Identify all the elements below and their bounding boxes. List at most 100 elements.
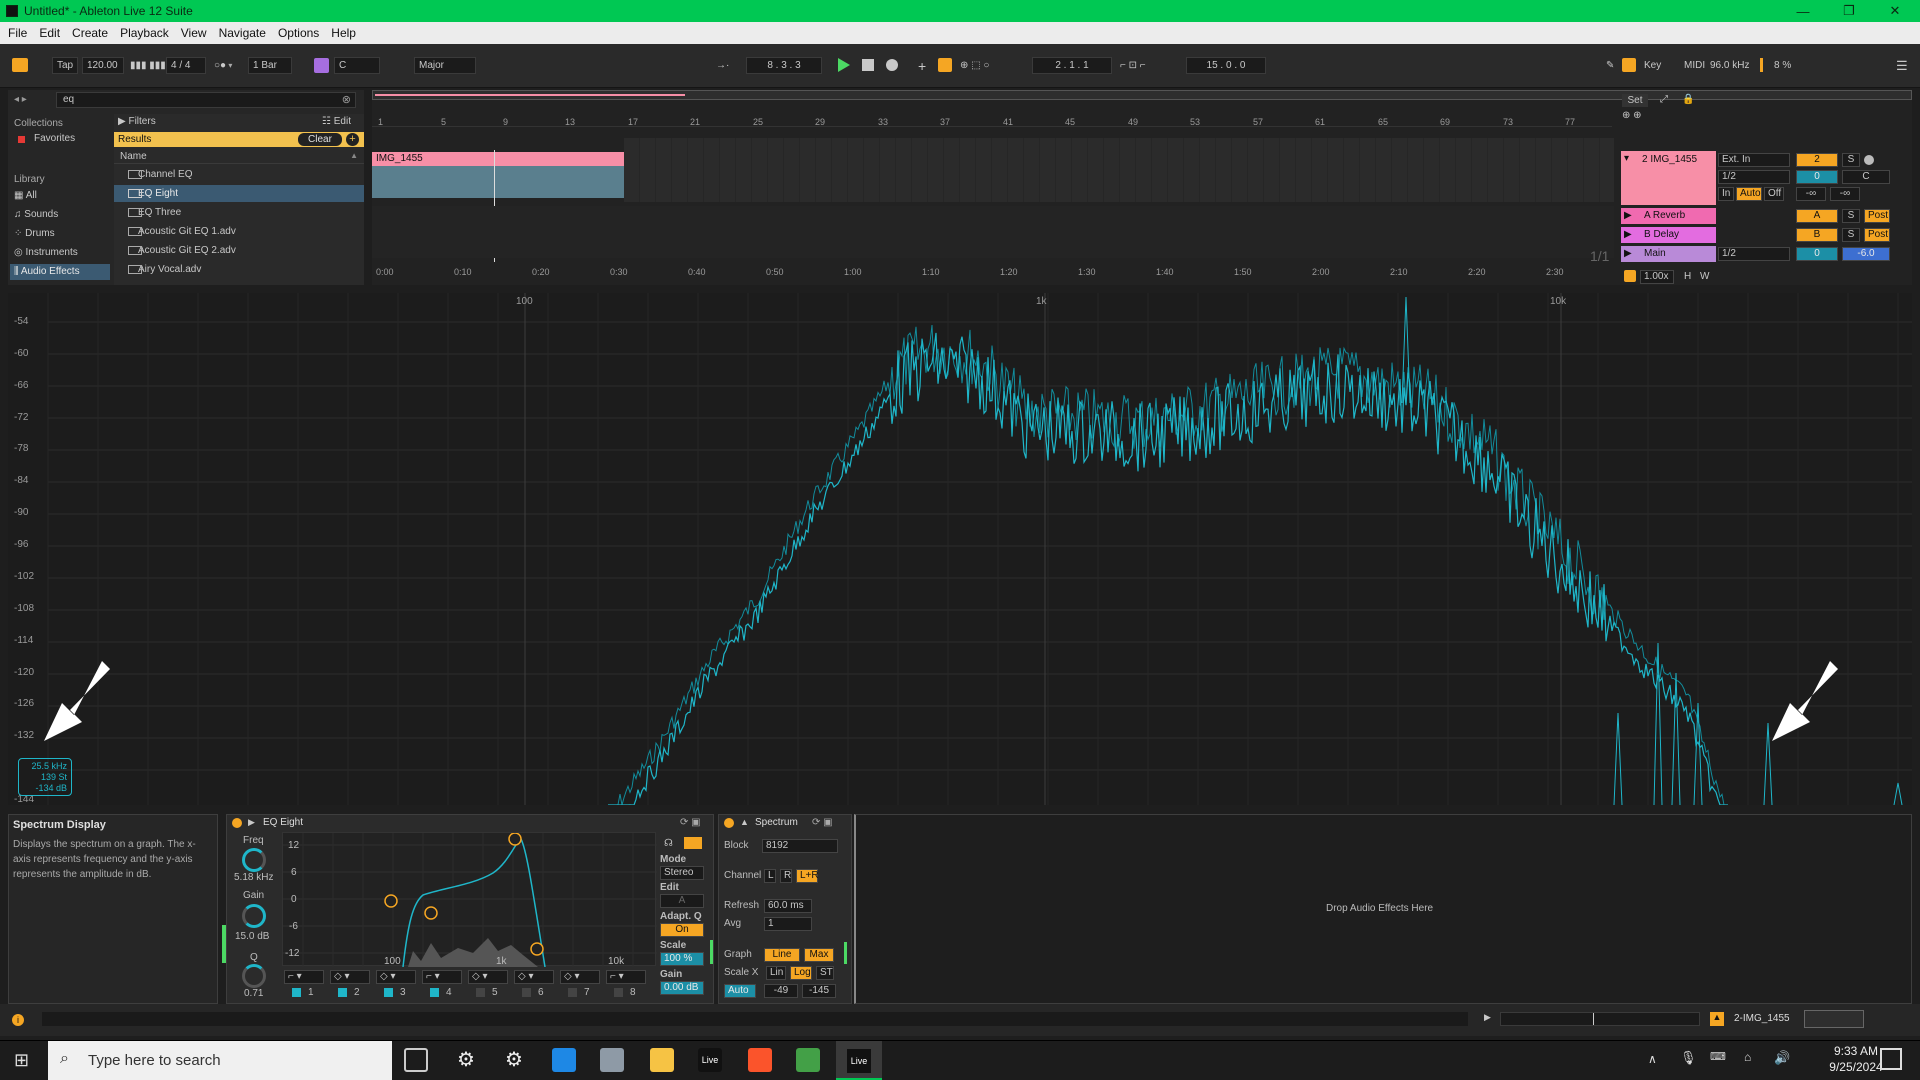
- play-icon[interactable]: [838, 58, 850, 72]
- solo-button[interactable]: S: [1842, 153, 1860, 167]
- list-item[interactable]: Airy Vocal.adv: [114, 261, 364, 278]
- loop-length-field[interactable]: 15 . 0 . 0: [1186, 57, 1266, 74]
- time-signature-field[interactable]: 4 / 4: [166, 57, 206, 74]
- scale-lin-button[interactable]: Lin: [766, 966, 786, 980]
- sidebar-item-instruments[interactable]: ◎ Instruments: [14, 247, 78, 258]
- band-7-toggle[interactable]: [568, 988, 577, 997]
- avg-field[interactable]: 1: [764, 917, 812, 931]
- track-header-main[interactable]: [1621, 246, 1716, 262]
- band-2-toggle[interactable]: [338, 988, 347, 997]
- analyzer-icon[interactable]: [684, 837, 702, 849]
- band-type-select[interactable]: ◇ ▾: [330, 970, 370, 984]
- band-type-select[interactable]: ⌐ ▾: [422, 970, 462, 984]
- eq-graph[interactable]: [282, 832, 657, 967]
- q-knob[interactable]: [242, 964, 266, 988]
- device-settings-icon[interactable]: ⟳ ▣: [680, 817, 701, 828]
- height-button[interactable]: H: [1684, 271, 1691, 282]
- ime-icon[interactable]: ⌨: [1710, 1050, 1726, 1063]
- list-item-selected[interactable]: EQ Eight: [114, 185, 364, 202]
- windows-start-icon[interactable]: ⊞: [14, 1050, 34, 1070]
- tray-chevron-icon[interactable]: ∧: [1648, 1052, 1657, 1066]
- menu-options[interactable]: Options: [272, 26, 325, 40]
- track-activator-icon[interactable]: ▶: [1624, 210, 1632, 221]
- overview-bar[interactable]: [372, 90, 1912, 100]
- set-button[interactable]: Set: [1622, 94, 1648, 107]
- menu-navigate[interactable]: Navigate: [213, 26, 272, 40]
- band-type-select[interactable]: ◇ ▾: [560, 970, 600, 984]
- microphone-icon[interactable]: 🎙: [1680, 1050, 1697, 1066]
- send-b-value[interactable]: -∞: [1830, 187, 1860, 201]
- metronome-icon[interactable]: ▮▮▮ ▮▮▮: [130, 59, 166, 73]
- task-view-icon[interactable]: [404, 1048, 428, 1072]
- draw-mode-icon[interactable]: ✎: [1606, 59, 1614, 73]
- band-type-select[interactable]: ◇ ▾: [376, 970, 416, 984]
- app-icon[interactable]: [600, 1048, 624, 1072]
- key-map-button[interactable]: Key: [1644, 59, 1661, 73]
- loop-start-field[interactable]: 2 . 1 . 1: [1032, 57, 1112, 74]
- track-pan-field[interactable]: C: [1842, 170, 1890, 184]
- main-output-select[interactable]: 1/2: [1718, 247, 1790, 261]
- band-type-select[interactable]: ◇ ▾: [514, 970, 554, 984]
- monitor-in-button[interactable]: In: [1718, 187, 1734, 201]
- list-item[interactable]: Acoustic Git EQ 1.adv: [114, 223, 364, 240]
- menu-file[interactable]: File: [0, 26, 33, 40]
- status-play-icon[interactable]: ▶: [1484, 1012, 1491, 1023]
- input-type-select[interactable]: Ext. In: [1718, 153, 1790, 167]
- key-map-icon[interactable]: [1622, 58, 1636, 72]
- range-high-field[interactable]: -49: [764, 984, 798, 998]
- main-volume-field[interactable]: 0: [1796, 247, 1838, 261]
- band-6-toggle[interactable]: [522, 988, 531, 997]
- clear-search-icon[interactable]: ⊗: [342, 93, 351, 106]
- spectrum-display[interactable]: [8, 293, 1912, 805]
- name-column-header[interactable]: Name ▲: [114, 150, 364, 164]
- browser-toggle-icon[interactable]: [12, 58, 28, 72]
- list-item[interactable]: Channel EQ: [114, 166, 364, 183]
- band-type-select[interactable]: ⌐ ▾: [606, 970, 646, 984]
- freq-knob[interactable]: [242, 848, 266, 872]
- edit-filters-button[interactable]: ☷ Edit: [322, 116, 351, 127]
- return-b-button[interactable]: B: [1796, 228, 1838, 242]
- graph-line-button[interactable]: Line: [764, 948, 800, 962]
- key-value[interactable]: C: [339, 60, 346, 71]
- minimize-icon[interactable]: —: [1780, 0, 1826, 22]
- menu-help[interactable]: Help: [325, 26, 362, 40]
- band-4-toggle[interactable]: [430, 988, 439, 997]
- lock-icon[interactable]: 🔒: [1682, 94, 1694, 105]
- menu-view[interactable]: View: [175, 26, 213, 40]
- channel-lr-button[interactable]: L+R: [796, 869, 819, 883]
- info-icon[interactable]: i: [12, 1014, 24, 1026]
- sidebar-item-favorites[interactable]: Favorites: [34, 133, 75, 144]
- menu-edit[interactable]: Edit: [33, 26, 66, 40]
- sidebar-item-audio-effects[interactable]: ⫼ Audio Effects: [10, 264, 110, 280]
- expand-icon[interactable]: ⤢: [1660, 94, 1668, 105]
- settings-gear-2-icon[interactable]: ⚙: [502, 1048, 526, 1072]
- zoom-icon[interactable]: [1624, 270, 1636, 282]
- return-lanes[interactable]: [372, 206, 1614, 258]
- band-5-toggle[interactable]: [476, 988, 485, 997]
- zoom-field[interactable]: 1.00x: [1640, 270, 1674, 284]
- filters-toggle[interactable]: ▶ Filters: [118, 116, 156, 127]
- monitor-auto-button[interactable]: Auto: [1736, 187, 1762, 201]
- live-active-task[interactable]: Live: [836, 1041, 882, 1080]
- drop-zone[interactable]: Drop Audio Effects Here: [854, 814, 1912, 1004]
- tempo-field[interactable]: 120.00: [82, 57, 124, 74]
- clip-waveform[interactable]: [372, 166, 624, 198]
- band-type-select[interactable]: ⌐ ▾: [284, 970, 324, 984]
- band-8-toggle[interactable]: [614, 988, 623, 997]
- track-activator-icon[interactable]: ▶: [1624, 229, 1632, 240]
- output-gain-field[interactable]: 0.00 dB: [660, 981, 704, 995]
- scale-log-button[interactable]: Log: [790, 966, 812, 980]
- network-icon[interactable]: ⌂: [1744, 1050, 1751, 1064]
- device-on-icon[interactable]: [232, 818, 242, 828]
- close-icon[interactable]: ✕: [1872, 0, 1918, 22]
- track-selector-icon[interactable]: ▲: [1710, 1012, 1724, 1026]
- channel-r-button[interactable]: R: [780, 869, 792, 883]
- band-type-select[interactable]: ◇ ▾: [468, 970, 508, 984]
- width-button[interactable]: W: [1700, 271, 1709, 282]
- gain-knob[interactable]: [242, 904, 266, 928]
- return-b-solo[interactable]: S: [1842, 228, 1860, 242]
- device-on-icon[interactable]: [724, 818, 734, 828]
- file-explorer-icon[interactable]: [650, 1048, 674, 1072]
- list-item[interactable]: EQ Three: [114, 204, 364, 221]
- taskbar-search-input[interactable]: ⌕ Type here to search: [48, 1041, 392, 1080]
